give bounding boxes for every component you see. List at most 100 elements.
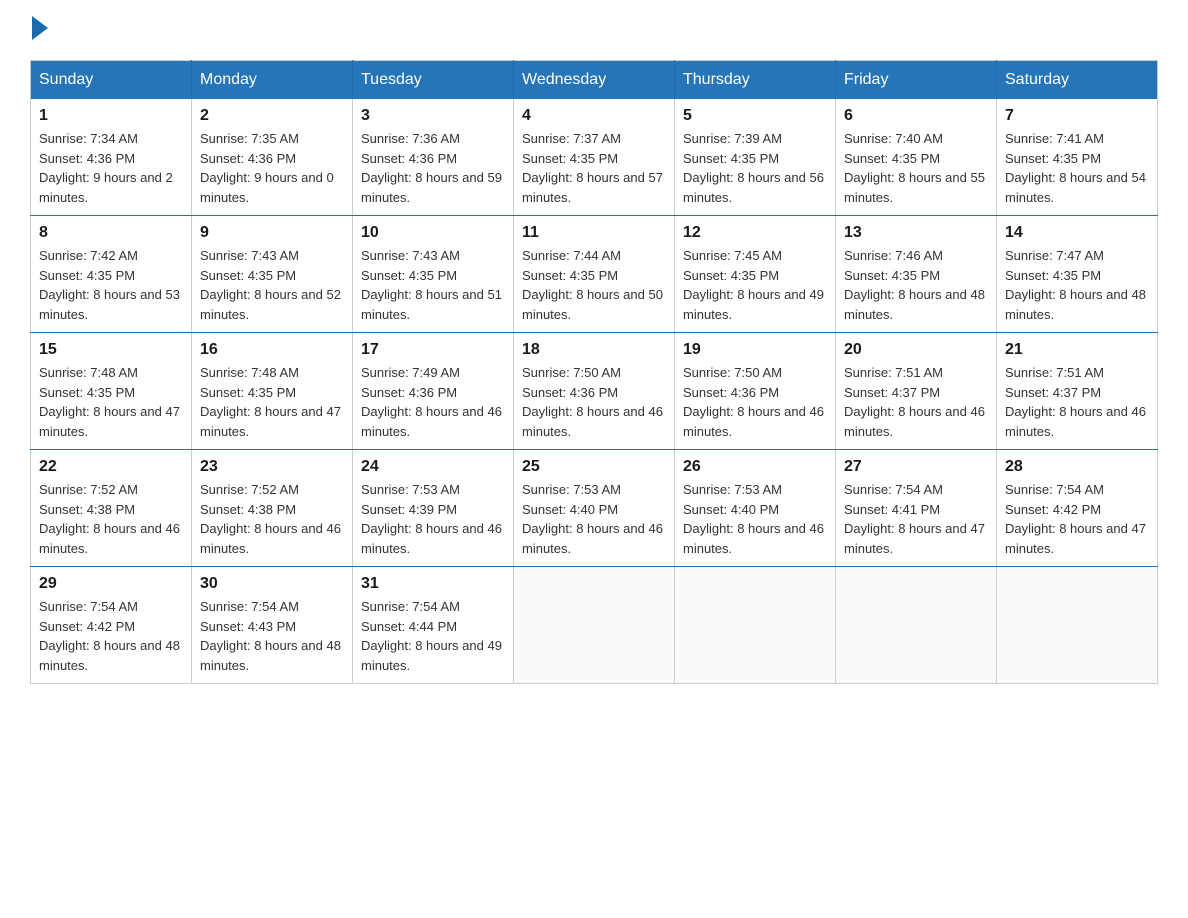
day-cell: 8 Sunrise: 7:42 AMSunset: 4:35 PMDaylight… bbox=[31, 216, 192, 333]
day-number: 6 bbox=[844, 107, 988, 125]
day-info: Sunrise: 7:54 AMSunset: 4:43 PMDaylight:… bbox=[200, 597, 344, 675]
day-info: Sunrise: 7:44 AMSunset: 4:35 PMDaylight:… bbox=[522, 246, 666, 324]
day-number: 23 bbox=[200, 458, 344, 476]
day-number: 12 bbox=[683, 224, 827, 242]
day-number: 20 bbox=[844, 341, 988, 359]
weekday-header-row: SundayMondayTuesdayWednesdayThursdayFrid… bbox=[31, 61, 1158, 100]
day-cell: 5 Sunrise: 7:39 AMSunset: 4:35 PMDaylight… bbox=[675, 99, 836, 216]
day-info: Sunrise: 7:53 AMSunset: 4:40 PMDaylight:… bbox=[522, 480, 666, 558]
day-cell: 16Sunrise: 7:48 AMSunset: 4:35 PMDayligh… bbox=[192, 333, 353, 450]
day-cell: 19 Sunrise: 7:50 AMSunset: 4:36 PMDayligh… bbox=[675, 333, 836, 450]
day-info: Sunrise: 7:52 AMSunset: 4:38 PMDaylight:… bbox=[200, 480, 344, 558]
day-cell: 31Sunrise: 7:54 AMSunset: 4:44 PMDayligh… bbox=[353, 567, 514, 684]
day-info: Sunrise: 7:43 AMSunset: 4:35 PMDaylight:… bbox=[200, 246, 344, 324]
day-number: 2 bbox=[200, 107, 344, 125]
day-number: 21 bbox=[1005, 341, 1149, 359]
day-info: Sunrise: 7:35 AMSunset: 4:36 PMDaylight:… bbox=[200, 129, 344, 207]
day-number: 31 bbox=[361, 575, 505, 593]
day-number: 26 bbox=[683, 458, 827, 476]
day-cell: 7 Sunrise: 7:41 AMSunset: 4:35 PMDaylight… bbox=[997, 99, 1158, 216]
day-info: Sunrise: 7:50 AMSunset: 4:36 PMDaylight:… bbox=[683, 363, 827, 441]
day-info: Sunrise: 7:53 AMSunset: 4:40 PMDaylight:… bbox=[683, 480, 827, 558]
day-number: 8 bbox=[39, 224, 183, 242]
day-number: 18 bbox=[522, 341, 666, 359]
day-number: 17 bbox=[361, 341, 505, 359]
day-info: Sunrise: 7:49 AMSunset: 4:36 PMDaylight:… bbox=[361, 363, 505, 441]
day-number: 19 bbox=[683, 341, 827, 359]
day-info: Sunrise: 7:54 AMSunset: 4:42 PMDaylight:… bbox=[1005, 480, 1149, 558]
day-number: 1 bbox=[39, 107, 183, 125]
day-info: Sunrise: 7:47 AMSunset: 4:35 PMDaylight:… bbox=[1005, 246, 1149, 324]
day-number: 16 bbox=[200, 341, 344, 359]
day-cell bbox=[514, 567, 675, 684]
logo bbox=[30, 20, 50, 40]
day-info: Sunrise: 7:40 AMSunset: 4:35 PMDaylight:… bbox=[844, 129, 988, 207]
day-info: Sunrise: 7:41 AMSunset: 4:35 PMDaylight:… bbox=[1005, 129, 1149, 207]
day-number: 15 bbox=[39, 341, 183, 359]
day-cell bbox=[997, 567, 1158, 684]
day-cell: 29 Sunrise: 7:54 AMSunset: 4:42 PMDayligh… bbox=[31, 567, 192, 684]
day-number: 11 bbox=[522, 224, 666, 242]
day-number: 29 bbox=[39, 575, 183, 593]
day-info: Sunrise: 7:50 AMSunset: 4:36 PMDaylight:… bbox=[522, 363, 666, 441]
day-info: Sunrise: 7:54 AMSunset: 4:41 PMDaylight:… bbox=[844, 480, 988, 558]
day-info: Sunrise: 7:51 AMSunset: 4:37 PMDaylight:… bbox=[1005, 363, 1149, 441]
day-cell bbox=[675, 567, 836, 684]
week-row-5: 29 Sunrise: 7:54 AMSunset: 4:42 PMDayligh… bbox=[31, 567, 1158, 684]
day-info: Sunrise: 7:42 AMSunset: 4:35 PMDaylight:… bbox=[39, 246, 183, 324]
day-cell: 21 Sunrise: 7:51 AMSunset: 4:37 PMDayligh… bbox=[997, 333, 1158, 450]
day-info: Sunrise: 7:46 AMSunset: 4:35 PMDaylight:… bbox=[844, 246, 988, 324]
weekday-header-friday: Friday bbox=[836, 61, 997, 100]
day-info: Sunrise: 7:53 AMSunset: 4:39 PMDaylight:… bbox=[361, 480, 505, 558]
week-row-4: 22 Sunrise: 7:52 AMSunset: 4:38 PMDayligh… bbox=[31, 450, 1158, 567]
day-info: Sunrise: 7:51 AMSunset: 4:37 PMDaylight:… bbox=[844, 363, 988, 441]
day-cell: 1 Sunrise: 7:34 AMSunset: 4:36 PMDaylight… bbox=[31, 99, 192, 216]
day-number: 24 bbox=[361, 458, 505, 476]
day-cell: 30 Sunrise: 7:54 AMSunset: 4:43 PMDayligh… bbox=[192, 567, 353, 684]
day-cell: 2 Sunrise: 7:35 AMSunset: 4:36 PMDaylight… bbox=[192, 99, 353, 216]
day-number: 9 bbox=[200, 224, 344, 242]
day-cell: 18 Sunrise: 7:50 AMSunset: 4:36 PMDayligh… bbox=[514, 333, 675, 450]
logo-arrow-icon bbox=[32, 16, 48, 40]
day-cell: 4 Sunrise: 7:37 AMSunset: 4:35 PMDaylight… bbox=[514, 99, 675, 216]
day-number: 10 bbox=[361, 224, 505, 242]
day-number: 5 bbox=[683, 107, 827, 125]
day-info: Sunrise: 7:36 AMSunset: 4:36 PMDaylight:… bbox=[361, 129, 505, 207]
day-number: 7 bbox=[1005, 107, 1149, 125]
day-number: 30 bbox=[200, 575, 344, 593]
week-row-2: 8 Sunrise: 7:42 AMSunset: 4:35 PMDaylight… bbox=[31, 216, 1158, 333]
day-cell: 12Sunrise: 7:45 AMSunset: 4:35 PMDayligh… bbox=[675, 216, 836, 333]
weekday-header-monday: Monday bbox=[192, 61, 353, 100]
weekday-header-saturday: Saturday bbox=[997, 61, 1158, 100]
day-cell: 11 Sunrise: 7:44 AMSunset: 4:35 PMDayligh… bbox=[514, 216, 675, 333]
day-number: 4 bbox=[522, 107, 666, 125]
day-number: 14 bbox=[1005, 224, 1149, 242]
day-info: Sunrise: 7:48 AMSunset: 4:35 PMDaylight:… bbox=[39, 363, 183, 441]
day-cell: 13 Sunrise: 7:46 AMSunset: 4:35 PMDayligh… bbox=[836, 216, 997, 333]
day-cell: 10Sunrise: 7:43 AMSunset: 4:35 PMDayligh… bbox=[353, 216, 514, 333]
day-cell: 6 Sunrise: 7:40 AMSunset: 4:35 PMDaylight… bbox=[836, 99, 997, 216]
day-number: 25 bbox=[522, 458, 666, 476]
day-info: Sunrise: 7:34 AMSunset: 4:36 PMDaylight:… bbox=[39, 129, 183, 207]
week-row-3: 15 Sunrise: 7:48 AMSunset: 4:35 PMDayligh… bbox=[31, 333, 1158, 450]
day-cell: 14 Sunrise: 7:47 AMSunset: 4:35 PMDayligh… bbox=[997, 216, 1158, 333]
day-info: Sunrise: 7:39 AMSunset: 4:35 PMDaylight:… bbox=[683, 129, 827, 207]
day-cell: 9 Sunrise: 7:43 AMSunset: 4:35 PMDaylight… bbox=[192, 216, 353, 333]
week-row-1: 1 Sunrise: 7:34 AMSunset: 4:36 PMDaylight… bbox=[31, 99, 1158, 216]
page-header bbox=[30, 20, 1158, 40]
calendar-table: SundayMondayTuesdayWednesdayThursdayFrid… bbox=[30, 60, 1158, 684]
day-number: 13 bbox=[844, 224, 988, 242]
day-cell: 23 Sunrise: 7:52 AMSunset: 4:38 PMDayligh… bbox=[192, 450, 353, 567]
day-cell: 27Sunrise: 7:54 AMSunset: 4:41 PMDayligh… bbox=[836, 450, 997, 567]
day-cell: 28 Sunrise: 7:54 AMSunset: 4:42 PMDayligh… bbox=[997, 450, 1158, 567]
day-cell: 24 Sunrise: 7:53 AMSunset: 4:39 PMDayligh… bbox=[353, 450, 514, 567]
day-cell: 20 Sunrise: 7:51 AMSunset: 4:37 PMDayligh… bbox=[836, 333, 997, 450]
day-number: 22 bbox=[39, 458, 183, 476]
day-number: 28 bbox=[1005, 458, 1149, 476]
day-cell: 3Sunrise: 7:36 AMSunset: 4:36 PMDaylight… bbox=[353, 99, 514, 216]
day-info: Sunrise: 7:37 AMSunset: 4:35 PMDaylight:… bbox=[522, 129, 666, 207]
weekday-header-wednesday: Wednesday bbox=[514, 61, 675, 100]
day-cell: 15 Sunrise: 7:48 AMSunset: 4:35 PMDayligh… bbox=[31, 333, 192, 450]
weekday-header-sunday: Sunday bbox=[31, 61, 192, 100]
day-info: Sunrise: 7:54 AMSunset: 4:42 PMDaylight:… bbox=[39, 597, 183, 675]
